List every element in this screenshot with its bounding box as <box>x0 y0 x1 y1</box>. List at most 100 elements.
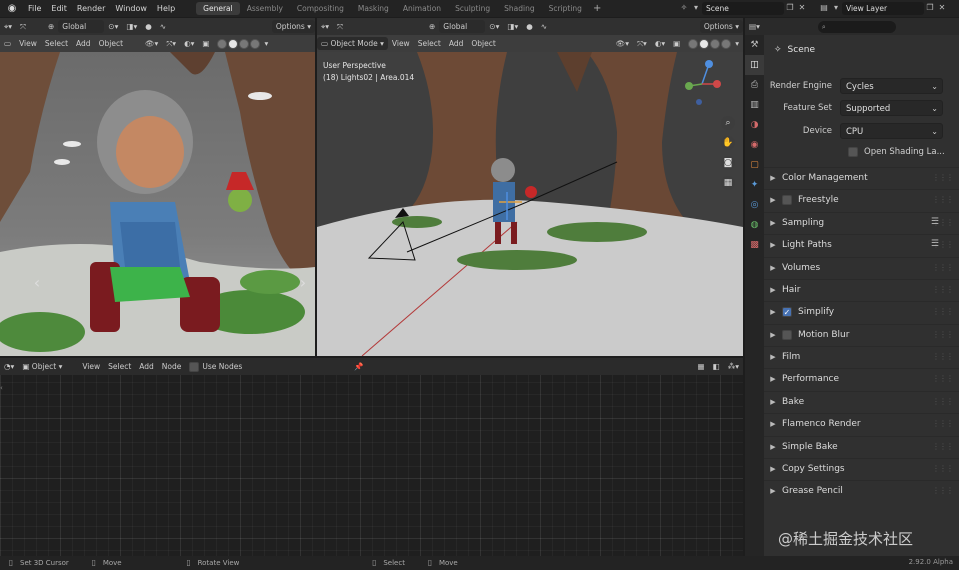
menu-window[interactable]: Window <box>110 0 152 17</box>
motion-blur-checkbox[interactable] <box>782 329 792 340</box>
transform-icon[interactable]: ⤧ <box>333 20 347 33</box>
menu-view[interactable]: View <box>15 37 41 50</box>
chevron-down-icon[interactable]: ▾ <box>830 2 842 14</box>
render-engine-dropdown[interactable]: Cycles ⌄ <box>840 78 943 94</box>
menu-select[interactable]: Select <box>41 37 72 50</box>
xray-icon[interactable]: ▣ <box>669 37 684 50</box>
gizmo-icon[interactable]: ⤧▾ <box>162 37 180 50</box>
pivot-icon[interactable]: ⊙▾ <box>104 20 122 33</box>
overlay-icon[interactable]: ◐▾ <box>180 37 198 50</box>
section-simplify[interactable]: ▶ ✓ Simplify ⋮⋮⋮ <box>764 301 959 321</box>
menu-help[interactable]: Help <box>152 0 180 17</box>
physics-tab-icon[interactable]: ◎ <box>745 195 764 215</box>
chevron-down-icon[interactable]: ▾ <box>260 37 272 50</box>
section-freestyle[interactable]: ▶ Freestyle ⋮⋮⋮ <box>764 189 959 209</box>
modifier-tab-icon[interactable]: ✦ <box>745 175 764 195</box>
close-icon[interactable]: ✕ <box>936 2 948 14</box>
section-simple-bake[interactable]: ▶ Simple Bake ⋮⋮⋮ <box>764 436 959 456</box>
tab-general[interactable]: General <box>196 2 240 15</box>
visibility-icon[interactable]: 👁▾ <box>612 37 633 50</box>
zoom-icon[interactable]: ⌕ <box>721 116 735 130</box>
pan-hand-icon[interactable]: ✋ <box>721 136 735 150</box>
backdrop-icon[interactable]: ▦ <box>694 360 709 373</box>
options-button[interactable]: Options ▾ <box>699 20 743 33</box>
menu-add[interactable]: Add <box>445 37 468 50</box>
section-flamenco-render[interactable]: ▶ Flamenco Render ⋮⋮⋮ <box>764 413 959 433</box>
menu-render[interactable]: Render <box>72 0 110 17</box>
node-options-icon[interactable]: ⁂▾ <box>724 360 743 373</box>
section-performance[interactable]: ▶ Performance ⋮⋮⋮ <box>764 368 959 388</box>
rendered-shading-icon[interactable] <box>250 38 261 49</box>
pivot-icon[interactable]: ⊙▾ <box>485 20 503 33</box>
freestyle-checkbox[interactable] <box>782 194 792 205</box>
rendered-shading-icon[interactable] <box>721 38 732 49</box>
section-bake[interactable]: ▶ Bake ⋮⋮⋮ <box>764 391 959 411</box>
editor-type-icon[interactable]: ⌖▾ <box>0 20 16 33</box>
editor-type-icon[interactable]: ⌖▾ <box>317 20 333 33</box>
wireframe-shading-icon[interactable] <box>688 38 699 49</box>
device-dropdown[interactable]: CPU ⌄ <box>840 123 943 139</box>
section-sampling[interactable]: ▶ Sampling ☰ ⋮⋮⋮ <box>764 212 959 232</box>
tab-assembly[interactable]: Assembly <box>240 2 290 15</box>
orientation-icon[interactable]: ⊕ <box>44 20 58 33</box>
tab-shading[interactable]: Shading <box>497 2 541 15</box>
scene-name-field[interactable]: Scene <box>702 1 784 15</box>
scene-tab-icon[interactable]: ◑ <box>745 115 764 135</box>
menu-node[interactable]: Node <box>158 360 186 373</box>
node-editor[interactable]: ◔▾ ▣ Object ▾ View Select Add Node Use N… <box>0 358 743 556</box>
material-shading-icon[interactable] <box>239 38 250 49</box>
section-motion-blur[interactable]: ▶ Motion Blur ⋮⋮⋮ <box>764 324 959 344</box>
world-tab-icon[interactable]: ◉ <box>745 135 764 155</box>
solid-shading-icon[interactable] <box>228 38 239 49</box>
scene-icon[interactable]: ✧ <box>678 2 690 14</box>
tab-compositing[interactable]: Compositing <box>290 2 351 15</box>
transform-icon[interactable]: ⤧ <box>16 20 30 33</box>
section-film[interactable]: ▶ Film ⋮⋮⋮ <box>764 346 959 366</box>
tab-scripting[interactable]: Scripting <box>542 2 589 15</box>
editor-type-icon[interactable]: ▤▾ <box>745 20 764 33</box>
section-hair[interactable]: ▶ Hair ⋮⋮⋮ <box>764 279 959 299</box>
proportional-icon[interactable]: ● <box>522 20 537 33</box>
pin-icon[interactable]: 📌 <box>350 360 367 373</box>
simplify-checkbox[interactable]: ✓ <box>782 306 792 317</box>
grid-view-icon[interactable]: ▦ <box>721 176 735 190</box>
tab-masking[interactable]: Masking <box>351 2 396 15</box>
gizmo-icon[interactable]: ⤧▾ <box>633 37 651 50</box>
camera-view-icon[interactable]: ◙ <box>721 156 735 170</box>
close-icon[interactable]: ✕ <box>796 2 808 14</box>
object-data-tab-icon[interactable]: ◍ <box>745 215 764 235</box>
view-layer-field[interactable]: View Layer <box>842 1 924 15</box>
xray-icon[interactable]: ▣ <box>198 37 213 50</box>
left-edge-arrow-icon[interactable]: ‹ <box>0 384 3 392</box>
tab-sculpting[interactable]: Sculpting <box>448 2 497 15</box>
copy-scene-icon[interactable]: ❐ <box>784 2 796 14</box>
tool-tab-icon[interactable]: ⚒ <box>745 35 764 55</box>
falloff-icon[interactable]: ∿ <box>156 20 170 33</box>
mode-dropdown[interactable]: ▭ Object Mode ▾ <box>317 37 388 50</box>
menu-file[interactable]: File <box>23 0 46 17</box>
texture-tab-icon[interactable]: ▩ <box>745 235 764 255</box>
view-layer-tab-icon[interactable]: ▥ <box>745 95 764 115</box>
snap-node-icon[interactable]: ◧ <box>709 360 724 373</box>
snap-icon[interactable]: ◨▾ <box>503 20 522 33</box>
section-copy-settings[interactable]: ▶ Copy Settings ⋮⋮⋮ <box>764 458 959 478</box>
menu-select[interactable]: Select <box>414 37 445 50</box>
orientation-icon[interactable]: ⊕ <box>425 20 439 33</box>
editor-type-icon[interactable]: ◔▾ <box>0 360 18 373</box>
blender-logo-icon[interactable]: ◉ <box>5 2 19 16</box>
section-volumes[interactable]: ▶ Volumes ⋮⋮⋮ <box>764 257 959 277</box>
section-color-management[interactable]: ▶ Color Management ⋮⋮⋮ <box>764 167 959 187</box>
chevron-down-icon[interactable]: ▾ <box>690 2 702 14</box>
menu-object[interactable]: Object <box>467 37 499 50</box>
menu-add[interactable]: Add <box>72 37 95 50</box>
falloff-icon[interactable]: ∿ <box>537 20 551 33</box>
snap-icon[interactable]: ◨▾ <box>122 20 141 33</box>
next-arrow-icon[interactable]: › <box>296 275 310 291</box>
proportional-icon[interactable]: ● <box>141 20 156 33</box>
section-light-paths[interactable]: ▶ Light Paths ☰ ⋮⋮⋮ <box>764 234 959 254</box>
navigation-gizmo[interactable] <box>683 58 721 110</box>
render-tab-icon[interactable]: ◫ <box>745 55 764 75</box>
view-layer-icon[interactable]: ▤ <box>818 2 830 14</box>
menu-select[interactable]: Select <box>104 360 135 373</box>
solid-shading-icon[interactable] <box>699 38 710 49</box>
